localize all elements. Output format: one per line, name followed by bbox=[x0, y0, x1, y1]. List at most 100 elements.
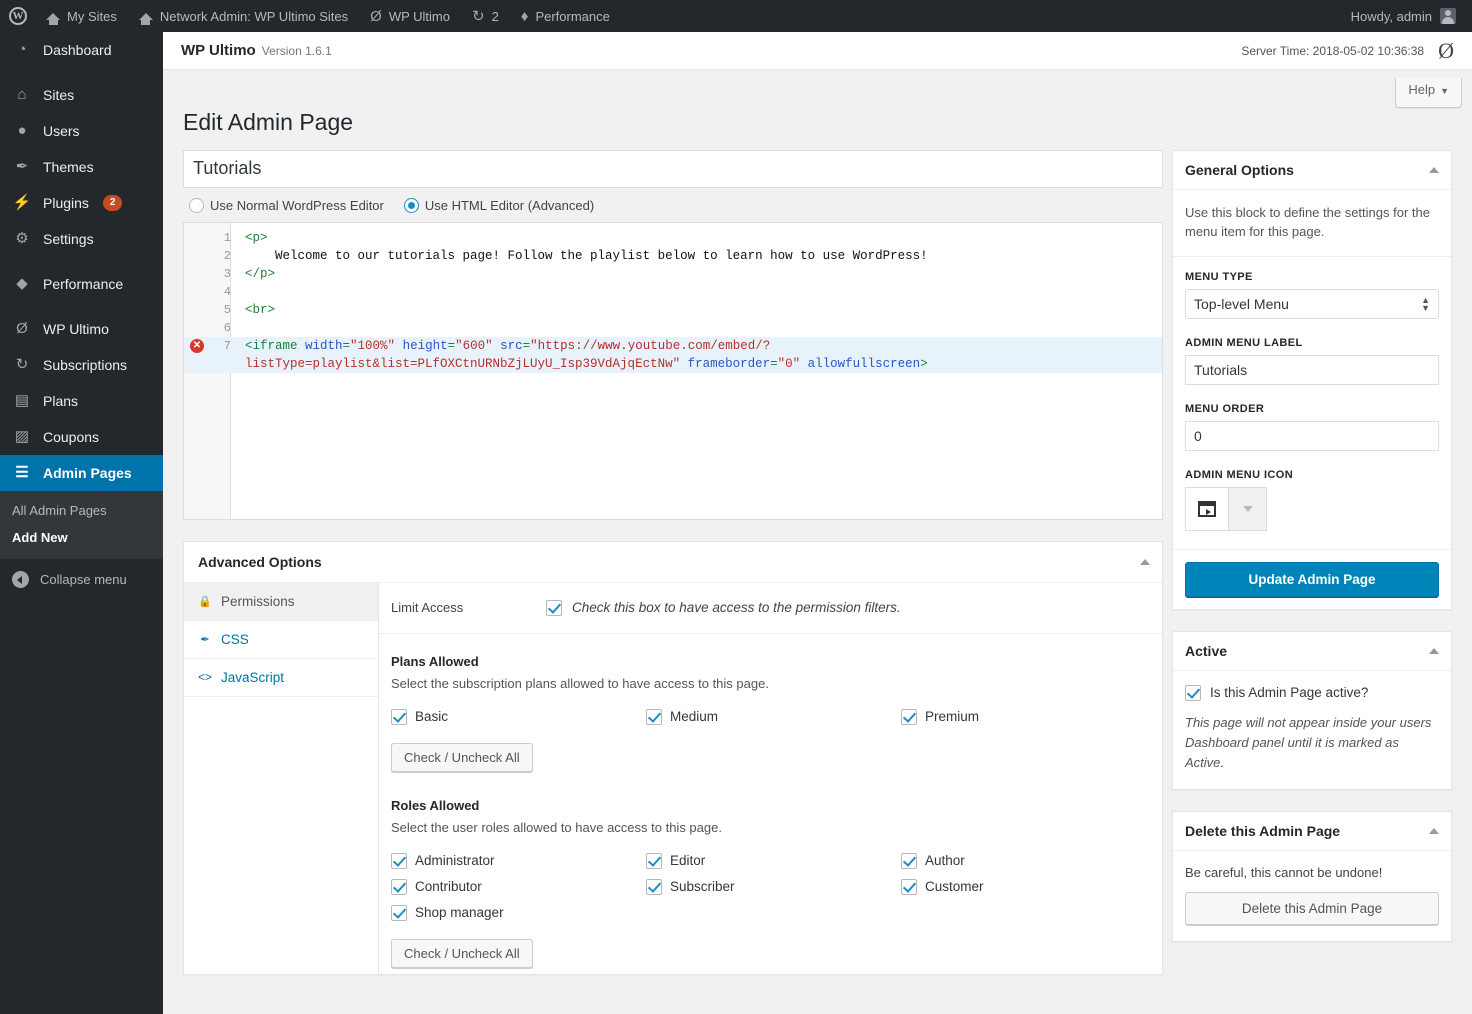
sidebar-item-sites[interactable]: ⌂ Sites bbox=[0, 77, 163, 113]
role-option[interactable]: Contributor bbox=[391, 878, 646, 895]
error-marker-icon: ✕ bbox=[184, 337, 210, 355]
sidebar-item-subscriptions[interactable]: ↻ Subscriptions bbox=[0, 347, 163, 383]
sidebar-item-label: Subscriptions bbox=[43, 357, 128, 373]
brush-icon: ✒ bbox=[200, 633, 210, 646]
admin-menu-label-field: ADMIN MENU LABEL bbox=[1185, 337, 1439, 385]
performance-icon: ◆ bbox=[16, 275, 28, 292]
triangle-up-icon[interactable] bbox=[1429, 647, 1439, 654]
sidebar-item-themes[interactable]: ✒ Themes bbox=[0, 149, 163, 185]
code-line: 6 bbox=[184, 319, 1162, 337]
plugin-header: WP Ultimo Version 1.6.1 Server Time: 201… bbox=[163, 32, 1472, 70]
tab-permissions[interactable]: 🔒 Permissions bbox=[184, 582, 378, 621]
role-option[interactable]: Shop manager bbox=[391, 904, 646, 921]
adminbar-account[interactable]: Howdy, admin bbox=[1351, 8, 1472, 24]
triangle-up-icon[interactable] bbox=[1429, 828, 1439, 835]
plan-option[interactable]: Basic bbox=[391, 708, 646, 725]
delete-admin-page-button[interactable]: Delete this Admin Page bbox=[1185, 892, 1439, 926]
html-code-editor[interactable]: 1 <p> 2 Welcome to our tutorials page! Fol… bbox=[183, 221, 1163, 520]
role-checkbox[interactable] bbox=[391, 878, 407, 895]
adminbar-item-performance[interactable]: ♦ Performance bbox=[510, 0, 621, 32]
radio-normal-editor-label[interactable]: Use Normal WordPress Editor bbox=[210, 198, 384, 213]
adminbar-item-wp-ultimo[interactable]: Ø WP Ultimo bbox=[359, 0, 461, 32]
plan-checkbox[interactable] bbox=[901, 708, 917, 725]
line-number: 3 bbox=[223, 266, 231, 281]
radio-html-editor-label[interactable]: Use HTML Editor (Advanced) bbox=[425, 198, 594, 213]
updates-icon: ↻ bbox=[471, 7, 485, 25]
role-option[interactable]: Author bbox=[901, 852, 1156, 869]
sidebar-item-users[interactable]: ● Users bbox=[0, 113, 163, 149]
menu-type-select[interactable]: Top-level Menu ▲ ▼ bbox=[1185, 288, 1439, 319]
sidebar-item-label: Themes bbox=[43, 159, 94, 175]
icon-picker-dropdown-button[interactable] bbox=[1229, 486, 1267, 531]
sidebar-item-performance[interactable]: ◆ Performance bbox=[0, 266, 163, 302]
sidebar-item-coupons[interactable]: ▨ Coupons bbox=[0, 419, 163, 455]
radio-normal-editor[interactable] bbox=[189, 197, 204, 213]
roles-check-uncheck-all-button[interactable]: Check / Uncheck All bbox=[391, 938, 533, 968]
wp-ultimo-icon: Ø bbox=[1438, 37, 1454, 63]
tab-javascript[interactable]: <> JavaScript bbox=[184, 659, 378, 697]
plan-option[interactable]: Premium bbox=[901, 708, 1156, 725]
role-option[interactable]: Subscriber bbox=[646, 878, 901, 895]
collapse-menu-button[interactable]: Collapse menu bbox=[0, 559, 163, 600]
admin-menu-icon-picker[interactable] bbox=[1185, 486, 1439, 531]
role-checkbox[interactable] bbox=[901, 878, 917, 895]
active-checkbox-row: Is this Admin Page active? bbox=[1185, 684, 1439, 701]
tab-css[interactable]: ✒ CSS bbox=[184, 621, 378, 659]
role-option[interactable]: Customer bbox=[901, 878, 1156, 895]
plan-checkbox[interactable] bbox=[391, 708, 407, 725]
role-option[interactable]: Editor bbox=[646, 852, 901, 869]
sidebar-item-admin-pages[interactable]: ☰ Admin Pages bbox=[0, 455, 171, 491]
sites-icon: ⌂ bbox=[17, 86, 27, 103]
sidebar-item-label: Dashboard bbox=[43, 42, 112, 58]
plan-label: Basic bbox=[415, 709, 449, 725]
sidebar-subitem-add-new[interactable]: Add New bbox=[0, 524, 163, 551]
role-checkbox[interactable] bbox=[391, 904, 407, 921]
video-playlist-icon[interactable] bbox=[1185, 486, 1229, 531]
adminbar-item-updates[interactable]: ↻ 2 bbox=[461, 0, 510, 32]
roles-allowed-checkbox-grid: Administrator Editor Author Contributor Subs… bbox=[391, 852, 1162, 931]
adminbar-item-my-sites[interactable]: My Sites bbox=[35, 0, 128, 32]
server-time: Server Time: 2018-05-02 10:36:38 bbox=[1241, 43, 1425, 58]
plan-checkbox[interactable] bbox=[646, 708, 662, 725]
admin-menu-label-input[interactable] bbox=[1185, 354, 1439, 385]
role-label: Author bbox=[925, 853, 965, 869]
role-checkbox[interactable] bbox=[646, 878, 662, 895]
code-line-content: Welcome to our tutorials page! Follow th… bbox=[245, 248, 928, 263]
sidebar-subitem-all-admin-pages[interactable]: All Admin Pages bbox=[0, 497, 163, 524]
line-number: 2 bbox=[223, 248, 231, 263]
plans-check-uncheck-all-button[interactable]: Check / Uncheck All bbox=[391, 742, 533, 772]
menu-order-input[interactable] bbox=[1185, 420, 1439, 451]
active-checkbox[interactable] bbox=[1185, 684, 1201, 701]
adminbar-label: Performance bbox=[535, 8, 610, 24]
sidebar-item-settings[interactable]: ⚙ Settings bbox=[0, 221, 163, 257]
adminbar-item-network-admin[interactable]: Network Admin: WP Ultimo Sites bbox=[128, 0, 359, 32]
help-button[interactable]: Help ▼ bbox=[1395, 78, 1462, 108]
code-line-content: <br> bbox=[245, 302, 276, 317]
page-title: Edit Admin Page bbox=[183, 109, 354, 135]
role-checkbox[interactable] bbox=[391, 852, 407, 869]
adminbar-label: Network Admin: WP Ultimo Sites bbox=[159, 8, 349, 24]
menu-type-label: MENU TYPE bbox=[1185, 270, 1253, 283]
sidebar-menu: ◔ Dashboard ⌂ Sites ● Users ✒ Themes ⚡ Plugins 2 ⚙ S… bbox=[0, 32, 171, 491]
code-line: 4 bbox=[184, 283, 1162, 301]
sidebar-item-plugins[interactable]: ⚡ Plugins 2 bbox=[0, 185, 163, 221]
post-title-input[interactable] bbox=[183, 149, 1163, 188]
role-checkbox[interactable] bbox=[646, 852, 662, 869]
triangle-up-icon[interactable] bbox=[1140, 558, 1150, 565]
radio-html-editor[interactable] bbox=[403, 197, 419, 213]
role-option[interactable]: Administrator bbox=[391, 852, 646, 869]
menu-type-field: MENU TYPE Top-level Menu ▲ ▼ bbox=[1185, 271, 1439, 319]
limit-access-checkbox[interactable] bbox=[546, 599, 562, 616]
sidebar-item-wp-ultimo[interactable]: Ø WP Ultimo bbox=[0, 311, 163, 347]
wordpress-logo-icon[interactable]: W bbox=[0, 0, 35, 32]
plugin-version: Version 1.6.1 bbox=[261, 43, 332, 58]
sidebar-item-dashboard[interactable]: ◔ Dashboard bbox=[0, 32, 163, 68]
plan-option[interactable]: Medium bbox=[646, 708, 901, 725]
triangle-up-icon[interactable] bbox=[1429, 166, 1439, 173]
sidebar-item-plans[interactable]: ▤ Plans bbox=[0, 383, 163, 419]
sites-icon bbox=[46, 12, 60, 25]
role-checkbox[interactable] bbox=[901, 852, 917, 869]
tab-label: CSS bbox=[221, 631, 249, 647]
update-admin-page-button[interactable]: Update Admin Page bbox=[1185, 561, 1439, 597]
sidebar-item-label: Coupons bbox=[43, 429, 100, 445]
